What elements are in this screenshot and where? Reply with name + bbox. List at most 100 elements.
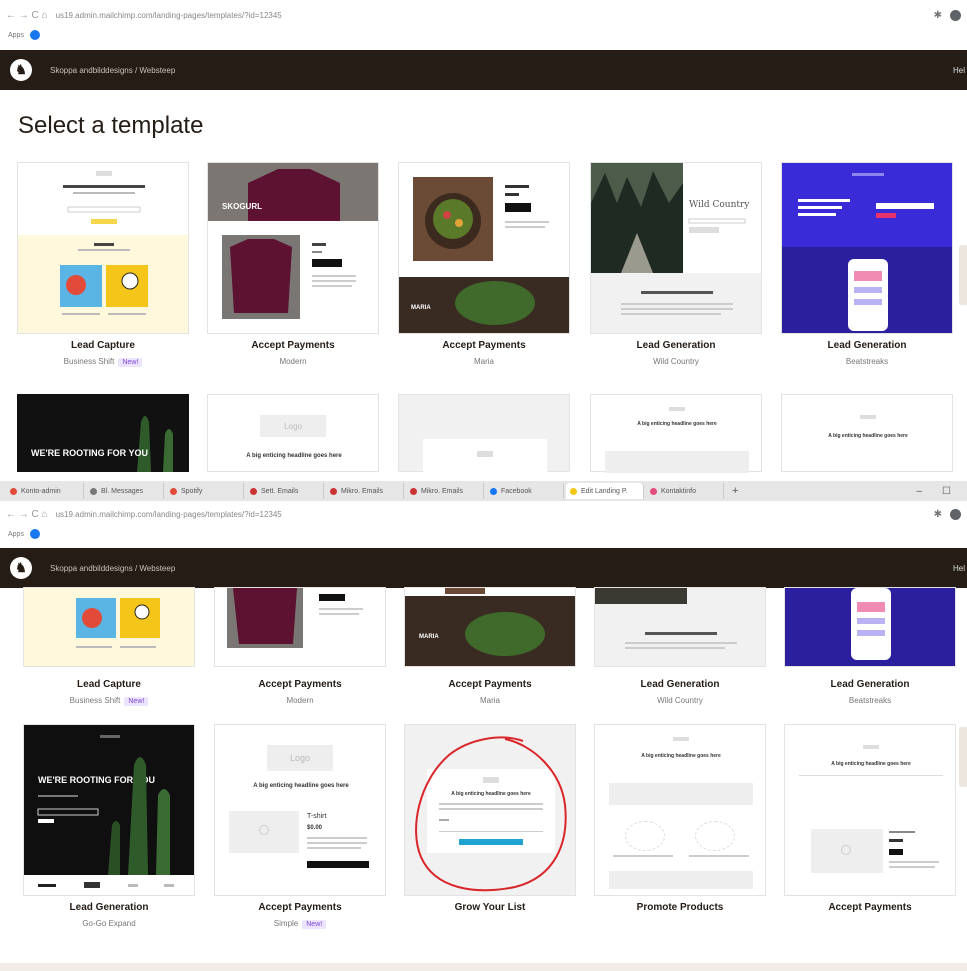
browser-tab[interactable]: Mikro. Emails	[406, 483, 484, 499]
template-title: Lead Generation	[827, 340, 907, 351]
facebook-icon[interactable]	[29, 30, 40, 40]
new-tab-icon[interactable]: +	[726, 485, 744, 497]
address-bar[interactable]: ← → C ⌂ us19.admin.mailchimp.com/landing…	[0, 4, 967, 26]
template-title: Accept Payments	[442, 340, 526, 351]
product-title: T-shirt	[307, 813, 327, 820]
extensions-icon[interactable]: ✱	[934, 10, 942, 21]
extensions-icon[interactable]: ✱	[934, 509, 942, 520]
wild-country-text: Wild Country	[689, 200, 750, 210]
app-header: ♞ Skoppa andbilddesigns / Websteep Hel	[0, 548, 967, 588]
url-field[interactable]: us19.admin.mailchimp.com/landing-pages/t…	[56, 510, 926, 519]
template-thumbnail[interactable]: SKOGURL	[207, 162, 379, 334]
template-subtitle: Wild Country	[657, 696, 703, 705]
breadcrumb[interactable]: Skoppa andbilddesigns / Websteep	[50, 564, 175, 573]
wild-country-preview-partial	[595, 588, 737, 649]
template-thumbnail[interactable]	[398, 394, 570, 479]
template-card[interactable]: Lead Capture Business Shift New!	[17, 162, 189, 369]
browser-tab[interactable]: Facebook	[486, 483, 564, 499]
template-title: Lead Generation	[636, 340, 716, 351]
breadcrumb[interactable]: Skoppa andbilddesigns / Websteep	[50, 66, 175, 75]
nav-buttons[interactable]: ← → C ⌂	[6, 509, 48, 520]
profile-avatar[interactable]	[950, 9, 961, 21]
template-thumbnail[interactable]	[214, 587, 386, 667]
template-thumbnail[interactable]	[784, 587, 956, 667]
template-thumbnail[interactable]	[594, 587, 766, 667]
minimize-icon[interactable]: –	[916, 486, 922, 497]
template-subtitle: Business Shift	[63, 357, 115, 366]
headline-text: A big enticing headline goes here	[637, 421, 717, 427]
mailchimp-logo-icon[interactable]: ♞	[10, 557, 32, 579]
maria-brand-text: MARIA	[419, 634, 439, 640]
template-subtitle: Beatstreaks	[848, 696, 892, 705]
mailchimp-logo-icon[interactable]: ♞	[10, 59, 32, 81]
browser-tab[interactable]: Mikro. Emails	[326, 483, 404, 499]
new-badge: New!	[124, 697, 149, 706]
profile-avatar[interactable]	[950, 508, 961, 520]
nav-buttons[interactable]: ← → C ⌂	[6, 10, 48, 21]
rooting-text: WE'RE ROOTING FOR YOU	[31, 448, 148, 458]
template-subtitle: Simple	[273, 919, 299, 928]
template-thumbnail[interactable]: A big enticing headline goes here	[594, 724, 766, 896]
browser-tab[interactable]: Konto-admin	[6, 483, 84, 499]
apps-label[interactable]: Apps	[8, 531, 24, 538]
modern-tshirt-preview-partial	[227, 588, 363, 648]
lead-capture-preview	[18, 163, 188, 333]
template-card[interactable]: MARIA Accept Payments Maria	[398, 162, 570, 369]
headline-text: A big enticing headline goes here	[831, 761, 911, 767]
help-link[interactable]: Hel	[953, 564, 965, 573]
template-title: Lead Generation	[830, 679, 910, 690]
template-subtitle: Business Shift	[69, 696, 121, 705]
app-header: ♞ Skoppa andbilddesigns / Websteep Hel	[0, 50, 967, 90]
template-thumbnail[interactable]	[17, 162, 189, 334]
maximize-icon[interactable]: ☐	[942, 486, 951, 497]
browser-tab[interactable]: Spotify	[166, 483, 244, 499]
browser-tab-active[interactable]: Edit Landing P.	[566, 483, 644, 499]
template-thumbnail[interactable]	[23, 587, 195, 667]
template-thumbnail[interactable]: A big enticing headline goes here	[404, 724, 576, 896]
feedback-tab[interactable]	[959, 245, 967, 305]
product-price: $0.00	[307, 825, 323, 831]
template-thumbnail[interactable]	[781, 162, 953, 334]
template-card[interactable]: WE'RE ROOTING FOR YOU Lead Generation Go…	[23, 724, 195, 931]
template-thumbnail[interactable]: A big enticing headline goes here	[781, 394, 953, 472]
template-card[interactable]: A big enticing headline goes here Accept…	[784, 724, 956, 913]
template-thumbnail[interactable]: Wild Country	[590, 162, 762, 334]
template-thumbnail[interactable]: A big enticing headline goes here	[590, 394, 762, 473]
apps-label[interactable]: Apps	[8, 32, 24, 39]
feedback-tab[interactable]	[959, 727, 967, 787]
headline-text: A big enticing headline goes here	[641, 753, 721, 759]
template-title: Accept Payments	[828, 902, 912, 913]
rooting-preview-partial: WE'RE ROOTING FOR YOU	[31, 416, 173, 472]
help-link[interactable]: Hel	[953, 66, 965, 75]
template-thumbnail[interactable]: MARIA	[404, 587, 576, 667]
template-card[interactable]: Wild Country Lead Generation Wild Countr…	[590, 162, 762, 369]
template-title: Accept Payments	[258, 902, 342, 913]
template-card[interactable]: A big enticing headline goes here Promot…	[594, 724, 766, 913]
browser-tab[interactable]: Sett. Emails	[246, 483, 324, 499]
template-thumbnail[interactable]: A big enticing headline goes here	[784, 724, 956, 896]
address-bar[interactable]: ← → C ⌂ us19.admin.mailchimp.com/landing…	[0, 503, 967, 525]
template-card[interactable]: Lead Generation Beatstreaks	[781, 162, 953, 369]
wild-country-preview: Wild Country	[591, 163, 761, 333]
template-thumbnail[interactable]: Logo A big enticing headline goes here	[207, 394, 379, 472]
template-title: Lead Capture	[77, 679, 141, 690]
template-thumbnail[interactable]: WE'RE ROOTING FOR YOU	[23, 724, 195, 896]
template-card[interactable]: A big enticing headline goes here Grow Y…	[404, 724, 576, 913]
template-card[interactable]: Logo A big enticing headline goes here T…	[214, 724, 386, 931]
template-thumbnail[interactable]: MARIA	[398, 162, 570, 334]
page-footer-strip	[0, 963, 967, 971]
template-subtitle: Maria	[479, 696, 500, 705]
template-subtitle: Wild Country	[653, 357, 699, 366]
browser-tab[interactable]: Kontaktinfo	[646, 483, 724, 499]
maria-preview-partial: MARIA	[405, 588, 575, 656]
template-thumbnail[interactable]: WE'RE ROOTING FOR YOU	[17, 394, 189, 472]
template-card[interactable]: SKOGURL Accept Payments Modern	[207, 162, 379, 369]
headline-text: A big enticing headline goes here	[828, 433, 908, 439]
browser-tab[interactable]: Bl. Messages	[86, 483, 164, 499]
template-subtitle: Modern	[286, 696, 314, 705]
template-thumbnail[interactable]: Logo A big enticing headline goes here T…	[214, 724, 386, 896]
url-field[interactable]: us19.admin.mailchimp.com/landing-pages/t…	[56, 11, 926, 20]
logo-placeholder: Logo	[267, 745, 333, 771]
page-title: Select a template	[18, 112, 204, 139]
facebook-icon[interactable]	[29, 529, 40, 539]
